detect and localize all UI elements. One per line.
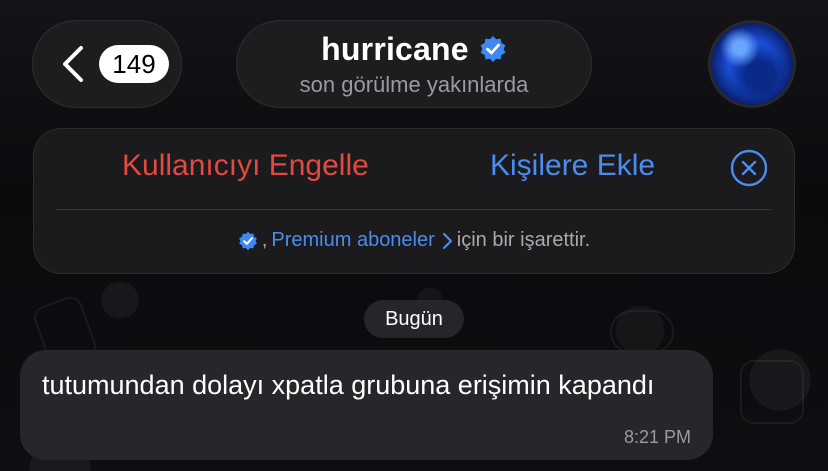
close-panel-button[interactable] [730, 149, 768, 187]
note-prefix: , [261, 229, 268, 251]
wallpaper-doodle [740, 360, 804, 424]
incoming-message-bubble[interactable]: tutumundan dolayı xpatla grubuna erişimi… [20, 350, 713, 460]
back-button[interactable]: 149 [32, 20, 182, 108]
chat-title-header[interactable]: hurricane son görülme yakınlarda [236, 20, 592, 108]
chevron-right-icon [442, 232, 452, 249]
avatar[interactable] [708, 20, 796, 108]
premium-note: , Premium aboneler için bir işarettir. [34, 229, 794, 252]
chevron-left-icon [63, 46, 83, 82]
add-to-contacts-button[interactable]: Kişilere Ekle [490, 149, 655, 183]
note-suffix: için bir işarettir. [456, 229, 591, 251]
verified-badge-icon [480, 36, 506, 62]
last-seen-status: son görülme yakınlarda [299, 71, 529, 97]
divider [56, 209, 772, 210]
message-timestamp: 8:21 PM [623, 427, 691, 447]
date-separator: Bugün [364, 300, 464, 338]
verified-badge-icon [238, 231, 257, 250]
wallpaper-doodle [610, 310, 674, 354]
premium-subscribers-link[interactable]: Premium aboneler [271, 229, 452, 252]
title-row: hurricane [321, 31, 507, 68]
close-circle-icon [730, 149, 768, 187]
message-text: tutumundan dolayı xpatla grubuna erişimi… [42, 370, 655, 400]
unread-count-badge: 149 [99, 45, 169, 83]
premium-link-label: Premium aboneler [271, 229, 435, 251]
unknown-contact-action-panel: Kullanıcıyı Engelle Kişilere Ekle , Prem… [33, 128, 795, 274]
block-user-button[interactable]: Kullanıcıyı Engelle [122, 149, 369, 183]
chat-title: hurricane [321, 30, 469, 67]
